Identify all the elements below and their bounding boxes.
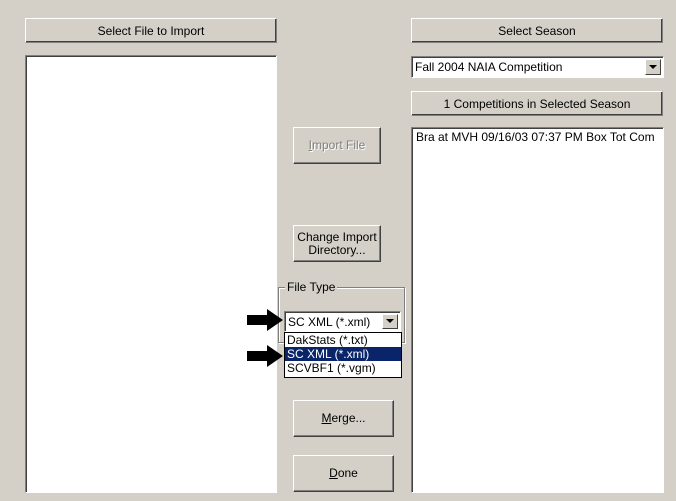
import-file-button[interactable]: Import File	[293, 127, 381, 164]
file-type-dropdown[interactable]: DakStats (*.txt) SC XML (*.xml) SCVBF1 (…	[284, 332, 402, 378]
season-select[interactable]: Fall 2004 NAIA Competition	[411, 56, 664, 78]
arrow-right-icon	[247, 309, 283, 331]
file-type-label: File Type	[285, 280, 338, 294]
change-import-directory-label: Change Import Directory...	[297, 229, 377, 257]
file-list[interactable]	[25, 55, 277, 493]
merge-button-label: Merge...	[321, 411, 366, 425]
file-type-selected: SC XML (*.xml)	[288, 314, 371, 329]
file-type-option-dakstats[interactable]: DakStats (*.txt)	[285, 333, 401, 347]
competitions-list[interactable]: Bra at MVH 09/16/03 07:37 PM Box Tot Com	[411, 127, 664, 493]
file-type-option-scvbf1[interactable]: SCVBF1 (*.vgm)	[285, 361, 401, 375]
competitions-header: 1 Competitions in Selected Season	[411, 91, 663, 116]
change-directory-line2: Directory...	[308, 242, 366, 257]
chevron-down-icon[interactable]	[382, 314, 398, 329]
list-item[interactable]: Bra at MVH 09/16/03 07:37 PM Box Tot Com	[414, 130, 661, 144]
change-directory-line1: Change Import	[297, 229, 377, 244]
select-season-header: Select Season	[411, 18, 663, 43]
done-button[interactable]: Done	[293, 455, 394, 492]
arrow-right-icon	[247, 345, 283, 367]
file-type-select[interactable]: SC XML (*.xml)	[284, 311, 401, 332]
import-file-button-label: Import File	[308, 138, 366, 152]
select-file-header-label: Select File to Import	[97, 23, 205, 38]
select-season-header-label: Select Season	[498, 23, 576, 38]
competitions-header-label: 1 Competitions in Selected Season	[443, 96, 631, 111]
done-button-label: Done	[329, 466, 358, 480]
file-type-option-sc-xml[interactable]: SC XML (*.xml)	[285, 347, 401, 361]
change-import-directory-button[interactable]: Change Import Directory...	[293, 225, 381, 262]
select-file-header: Select File to Import	[25, 18, 277, 43]
merge-button[interactable]: Merge...	[293, 400, 394, 437]
chevron-down-icon[interactable]	[645, 59, 661, 75]
season-selected: Fall 2004 NAIA Competition	[415, 60, 563, 74]
